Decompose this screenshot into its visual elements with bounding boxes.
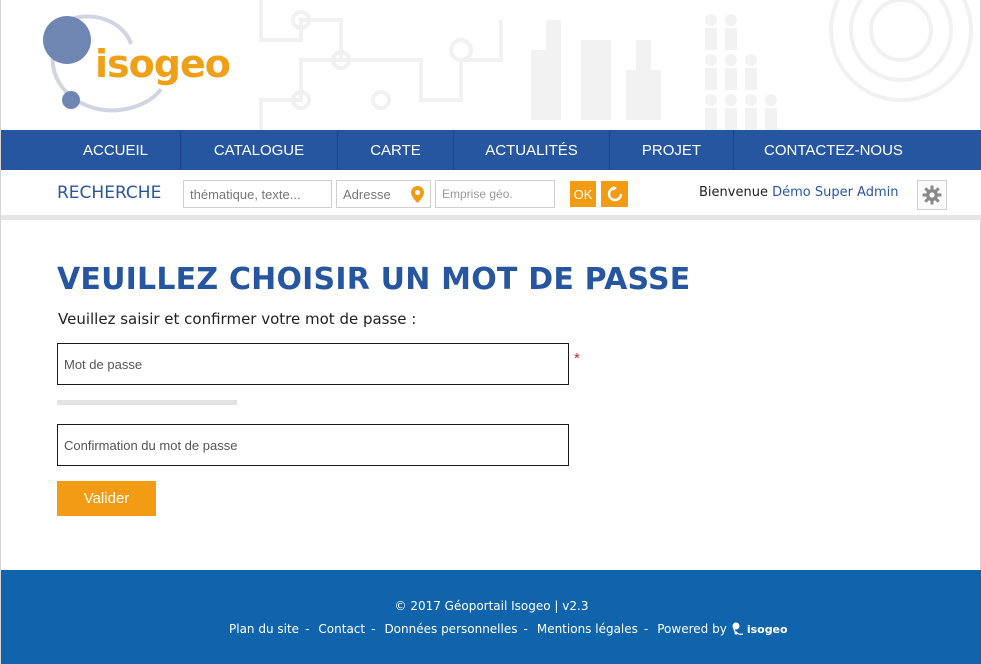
confirm-password-placeholder: Confirmation du mot de passe <box>64 437 238 453</box>
reset-icon <box>607 186 622 202</box>
nav-item-actualites[interactable]: ACTUALITÉS <box>454 130 610 170</box>
search-label: RECHERCHE <box>57 183 162 203</box>
address-search-placeholder: Adresse <box>343 186 391 202</box>
thematic-search-input[interactable]: thématique, texte... <box>183 180 332 208</box>
powered-by-text: Powered by <box>657 622 727 636</box>
location-pin-icon[interactable] <box>411 186 424 203</box>
gear-icon <box>922 185 942 205</box>
footer-separator: - <box>643 622 649 636</box>
welcome-text: Bienvenue <box>699 185 768 200</box>
footer-copyright: © 2017 Géoportail Isogeo | v2.3 <box>394 599 589 613</box>
nav-item-catalogue[interactable]: CATALOGUE <box>181 130 338 170</box>
footer-link-contact[interactable]: Contact <box>318 622 365 636</box>
footer: © 2017 Géoportail Isogeo | v2.3 Plan du … <box>1 570 981 664</box>
footer-links: Plan du site - Contact - Données personn… <box>229 622 788 636</box>
powered-by-logo[interactable]: isogeo <box>732 622 788 636</box>
required-marker: * <box>574 350 580 367</box>
footer-link-personal-data[interactable]: Données personnelles <box>384 622 517 636</box>
footer-separator: - <box>371 622 376 636</box>
address-search-input[interactable]: Adresse <box>336 180 431 208</box>
welcome-message: Bienvenue Démo Super Admin <box>699 185 899 200</box>
nav-item-carte[interactable]: CARTE <box>338 130 454 170</box>
footer-separator: - <box>523 622 528 636</box>
search-reset-button[interactable] <box>601 181 628 207</box>
submit-button[interactable]: Valider <box>57 481 156 516</box>
confirm-password-field[interactable]: Confirmation du mot de passe <box>57 424 569 466</box>
footer-link-sitemap[interactable]: Plan du site <box>229 622 299 636</box>
search-bar: RECHERCHE thématique, texte... Adresse E… <box>1 170 981 220</box>
password-strength-bar <box>57 400 237 405</box>
isogeo-small-logo-icon <box>732 622 743 635</box>
page: isogeo ACCUEIL CATALOGUE CARTE ACTUALITÉ… <box>0 0 981 664</box>
user-name-link[interactable]: Démo Super Admin <box>772 185 898 200</box>
nav-item-projet[interactable]: PROJET <box>610 130 734 170</box>
page-subtitle: Veuillez saisir et confirmer votre mot d… <box>58 310 417 328</box>
footer-link-legal[interactable]: Mentions légales <box>537 622 638 636</box>
page-title: VEUILLEZ CHOISIR UN MOT DE PASSE <box>57 262 691 297</box>
password-field[interactable]: Mot de passe <box>57 343 569 385</box>
extent-search-placeholder: Emprise géo. <box>442 187 513 201</box>
logo-text: isogeo <box>95 42 231 86</box>
password-placeholder: Mot de passe <box>64 356 143 372</box>
search-ok-button[interactable]: OK <box>570 181 596 207</box>
main-nav: ACCUEIL CATALOGUE CARTE ACTUALITÉS PROJE… <box>1 130 981 170</box>
thematic-search-placeholder: thématique, texte... <box>190 186 301 202</box>
nav-item-contact[interactable]: CONTACTEZ-NOUS <box>734 130 933 170</box>
header: isogeo <box>1 0 980 130</box>
powered-by-logo-text: isogeo <box>746 622 788 636</box>
extent-search-input[interactable]: Emprise géo. <box>435 180 555 208</box>
settings-button[interactable] <box>917 180 947 210</box>
nav-item-accueil[interactable]: ACCUEIL <box>51 130 181 170</box>
isogeo-logo[interactable]: isogeo <box>39 14 249 118</box>
footer-separator: - <box>305 622 310 636</box>
